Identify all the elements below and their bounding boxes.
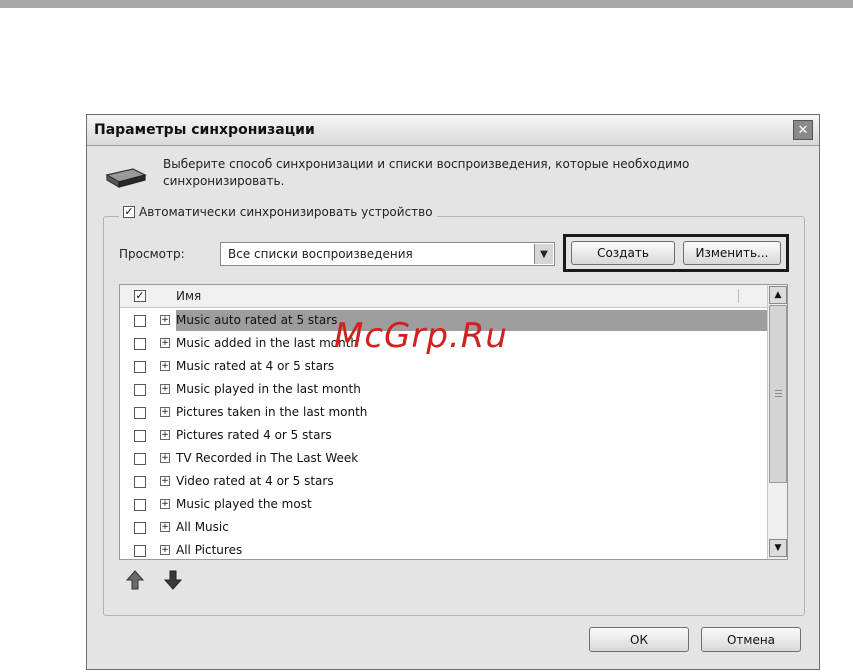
item-checkbox[interactable]	[134, 522, 146, 534]
close-button[interactable]: ✕	[793, 120, 813, 140]
list-item[interactable]: + Pictures taken in the last month	[120, 401, 767, 424]
item-checkbox[interactable]	[134, 338, 146, 350]
plus-box-icon[interactable]: +	[160, 430, 170, 440]
view-select[interactable]: Все списки воспроизведения ▼	[220, 242, 555, 266]
item-label: Music rated at 4 or 5 stars	[176, 359, 335, 373]
list-item[interactable]: + Music rated at 4 or 5 stars	[120, 355, 767, 378]
top-rule	[0, 0, 853, 8]
scroll-up-button[interactable]: ▲	[769, 286, 787, 304]
item-checkbox[interactable]	[134, 361, 146, 373]
thumb-grip	[775, 390, 782, 391]
item-checkbox[interactable]	[134, 476, 146, 488]
cancel-button[interactable]: Отмена	[701, 627, 801, 652]
ok-button[interactable]: ОК	[589, 627, 689, 652]
list-item[interactable]: + Pictures rated 4 or 5 stars	[120, 424, 767, 447]
item-checkbox[interactable]	[134, 384, 146, 396]
item-label: Pictures rated 4 or 5 stars	[176, 428, 332, 442]
list-item[interactable]: + Music played the most	[120, 493, 767, 516]
item-label: Music played in the last month	[176, 382, 361, 396]
auto-sync-checkbox[interactable]: ✓	[123, 206, 135, 218]
auto-sync-label: Автоматически синхронизировать устройств…	[139, 205, 433, 219]
list-item[interactable]: + Video rated at 4 or 5 stars	[120, 470, 767, 493]
item-checkbox[interactable]	[134, 315, 146, 327]
column-separator[interactable]	[738, 289, 739, 303]
list-item[interactable]: + Music played in the last month	[120, 378, 767, 401]
arrow-down-icon[interactable]	[163, 569, 183, 591]
description-text: Выберите способ синхронизации и списки в…	[163, 157, 690, 188]
list-item[interactable]: + All Music	[120, 516, 767, 539]
plus-box-icon[interactable]: +	[160, 338, 170, 348]
create-button[interactable]: Создать	[571, 241, 675, 265]
item-checkbox[interactable]	[134, 407, 146, 419]
item-label: TV Recorded in The Last Week	[176, 451, 359, 465]
title-bar[interactable]: Параметры синхронизации ✕	[87, 115, 819, 146]
view-label: Просмотр:	[119, 247, 185, 261]
item-checkbox[interactable]	[134, 430, 146, 442]
item-label: All Pictures	[176, 543, 243, 557]
plus-box-icon[interactable]: +	[160, 522, 170, 532]
thumb-grip	[775, 396, 782, 397]
watermark-text: McGrp.Ru	[334, 316, 508, 356]
plus-box-icon[interactable]: +	[160, 361, 170, 371]
arrow-up-icon[interactable]	[125, 569, 145, 591]
item-label: Video rated at 4 or 5 stars	[176, 474, 334, 488]
item-checkbox[interactable]	[134, 453, 146, 465]
list-item[interactable]: + All Pictures	[120, 539, 767, 559]
list-item[interactable]: + TV Recorded in The Last Week	[120, 447, 767, 470]
sync-settings-dialog: Параметры синхронизации ✕ Выберите спосо…	[86, 114, 820, 670]
close-icon: ✕	[797, 122, 809, 138]
plus-box-icon[interactable]: +	[160, 453, 170, 463]
item-checkbox[interactable]	[134, 499, 146, 511]
plus-box-icon[interactable]: +	[160, 476, 170, 486]
dialog-title: Параметры синхронизации	[94, 122, 315, 138]
thumb-grip	[775, 393, 782, 394]
column-header-name[interactable]: Имя	[176, 289, 201, 303]
item-checkbox[interactable]	[134, 545, 146, 557]
plus-box-icon[interactable]: +	[160, 384, 170, 394]
list-header: ✓ Имя	[120, 285, 767, 308]
scroll-down-button[interactable]: ▼	[769, 539, 787, 557]
chevron-down-icon[interactable]: ▼	[534, 244, 553, 264]
item-label: All Music	[176, 520, 229, 534]
item-label: Music played the most	[176, 497, 312, 511]
plus-box-icon[interactable]: +	[160, 545, 170, 555]
device-icon	[105, 168, 147, 189]
edit-button[interactable]: Изменить...	[683, 241, 781, 265]
plus-box-icon[interactable]: +	[160, 499, 170, 509]
view-select-value: Все списки воспроизведения	[228, 247, 413, 261]
auto-sync-checkbox-row[interactable]: ✓ Автоматически синхронизировать устройс…	[119, 205, 437, 219]
plus-box-icon[interactable]: +	[160, 315, 170, 325]
list-scrollbar[interactable]: ▲ ▼	[767, 285, 787, 559]
plus-box-icon[interactable]: +	[160, 407, 170, 417]
item-label: Pictures taken in the last month	[176, 405, 368, 419]
select-all-checkbox[interactable]: ✓	[134, 290, 146, 302]
scroll-thumb[interactable]	[769, 305, 787, 483]
